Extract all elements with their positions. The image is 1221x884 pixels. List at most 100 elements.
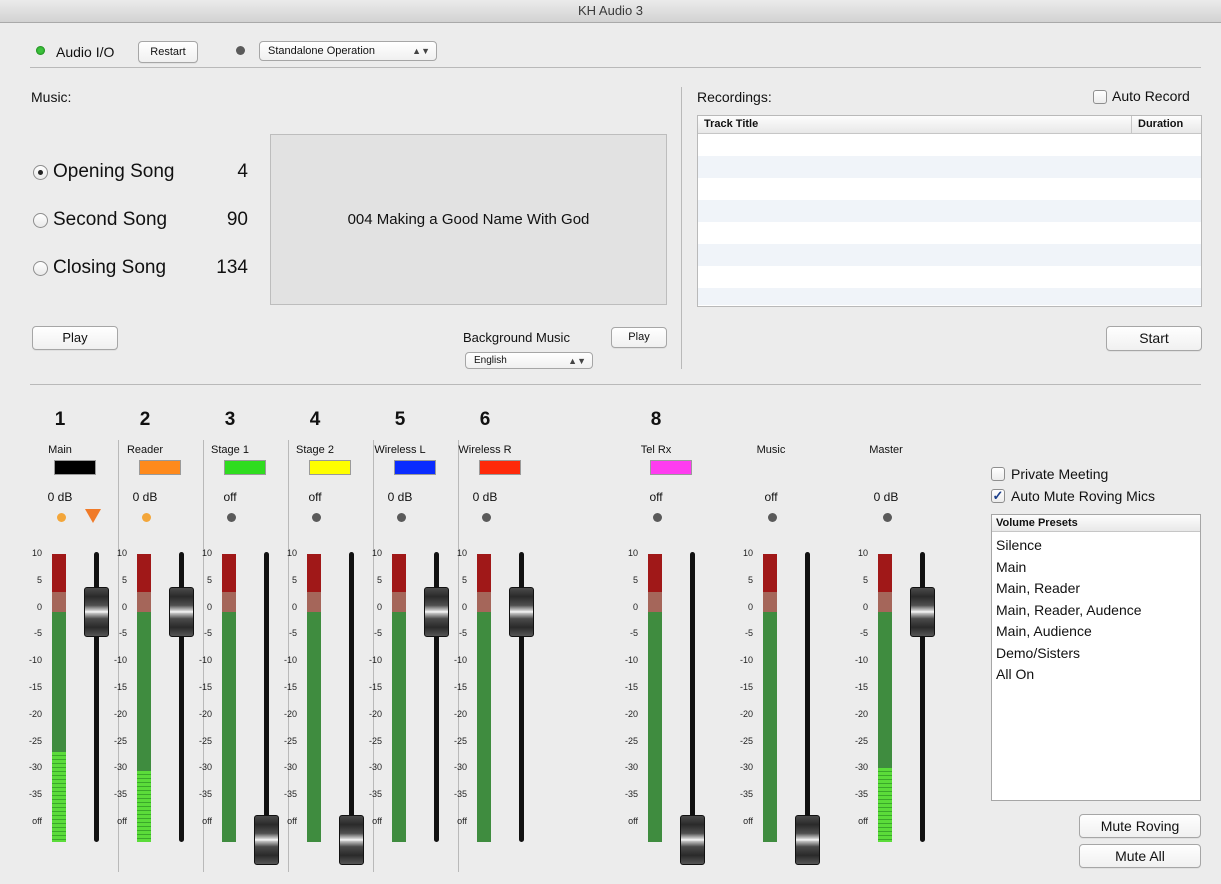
fader-track[interactable] (264, 552, 269, 842)
volume-presets-list[interactable]: Volume Presets Silence Main Main, Reader Ma… (991, 514, 1201, 801)
opening-song-radio[interactable] (33, 165, 48, 180)
meter-scale-label: 10 (742, 548, 753, 558)
meter-scale-label: 10 (371, 548, 382, 558)
auto-mute-label[interactable]: Auto Mute Roving Mics (1011, 488, 1155, 504)
meter-scale-label: -30 (854, 762, 868, 773)
table-row (698, 156, 1201, 178)
channel-signal-led (227, 513, 236, 522)
meter-scale-label: 5 (461, 574, 467, 585)
meter-zone (307, 612, 321, 842)
opening-song-label[interactable]: Opening Song (53, 161, 175, 183)
meter-scale-label: -30 (283, 762, 297, 773)
channel-color-swatch[interactable] (139, 460, 181, 475)
auto-mute-checkbox[interactable]: ✓ (991, 489, 1005, 503)
meter-level-fill (137, 770, 151, 842)
meter-scale-label: 0 (36, 601, 42, 612)
meter-scale-label: off (743, 816, 753, 826)
preset-item[interactable]: Main, Audience (996, 623, 1092, 639)
meter-scale-label: 0 (121, 601, 127, 612)
fader-track[interactable] (349, 552, 354, 842)
meter-zone (222, 592, 236, 612)
channel-color-swatch[interactable] (394, 460, 436, 475)
fader-knob[interactable] (509, 587, 534, 637)
start-recording-button[interactable]: Start (1106, 326, 1202, 351)
channel-color-swatch[interactable] (309, 460, 351, 475)
channel-color-swatch[interactable] (650, 460, 692, 475)
preset-item[interactable]: Demo/Sisters (996, 645, 1080, 661)
operation-mode-select[interactable]: Standalone Operation ▲▼ (259, 41, 437, 61)
meter-zone (52, 554, 66, 592)
fader-track[interactable] (690, 552, 695, 842)
channel-number: 3 (224, 409, 236, 430)
restart-button[interactable]: Restart (138, 41, 198, 63)
preset-item[interactable]: Main (996, 559, 1026, 575)
channel-number: 4 (309, 409, 321, 430)
channel-signal-led (57, 513, 66, 522)
audio-io-status-led (36, 46, 45, 55)
meter-zone (648, 554, 662, 592)
meter-scale-label: -15 (28, 682, 42, 692)
channel-level-meter (763, 554, 777, 842)
meter-level-fill (52, 751, 66, 842)
second-song-label[interactable]: Second Song (53, 209, 167, 231)
meter-scale-label: 10 (286, 548, 297, 558)
preset-item[interactable]: Main, Reader (996, 580, 1080, 596)
meter-scale-label: -10 (113, 655, 127, 666)
meter-zone (137, 554, 151, 592)
mute-roving-button[interactable]: Mute Roving (1079, 814, 1201, 838)
channel-signal-led (397, 513, 406, 522)
closing-song-label[interactable]: Closing Song (53, 257, 166, 279)
music-play-button[interactable]: Play (32, 326, 118, 350)
recordings-table[interactable]: Track Title Duration (697, 115, 1202, 307)
meter-scale-label: -20 (854, 708, 868, 719)
meter-scale-label: -5 (33, 628, 42, 639)
column-track-title[interactable]: Track Title (704, 118, 758, 130)
meter-zone (477, 592, 491, 612)
channel-color-swatch[interactable] (479, 460, 521, 475)
preset-item[interactable]: Silence (996, 537, 1042, 553)
channel-level-meter (477, 554, 491, 842)
meter-scale-label: off (117, 816, 127, 826)
meter-scale-label: -5 (118, 628, 127, 639)
fader-knob[interactable] (680, 815, 705, 865)
fader-knob[interactable] (910, 587, 935, 637)
channel-level-meter (52, 554, 66, 842)
column-duration[interactable]: Duration (1138, 118, 1183, 130)
meter-scale-label: 5 (291, 574, 297, 585)
meter-scale-label: -15 (198, 682, 212, 692)
second-song-radio[interactable] (33, 213, 48, 228)
fader-track[interactable] (805, 552, 810, 842)
channel-signal-led (883, 513, 892, 522)
closing-song-radio[interactable] (33, 261, 48, 276)
meter-scale-label: 10 (857, 548, 868, 558)
channel-color-swatch[interactable] (224, 460, 266, 475)
meter-scale-label: 5 (206, 574, 212, 585)
meter-scale-label: 0 (376, 601, 382, 612)
meter-zone (137, 592, 151, 612)
private-meeting-label[interactable]: Private Meeting (1011, 466, 1108, 482)
meter-scale-label: -35 (113, 789, 127, 800)
meter-scale-label: -30 (113, 762, 127, 773)
preset-item[interactable]: Main, Reader, Audence (996, 602, 1142, 618)
preset-item[interactable]: All On (996, 666, 1034, 682)
background-play-button[interactable]: Play (611, 327, 667, 348)
background-language-select[interactable]: English ▲▼ (465, 352, 593, 369)
auto-record-checkbox[interactable] (1093, 90, 1107, 104)
meter-scale-label: 5 (121, 574, 127, 585)
channel-signal-led (142, 513, 151, 522)
meter-scale-label: -25 (198, 735, 212, 746)
meter-scale-label: 5 (747, 574, 753, 585)
auto-record-label[interactable]: Auto Record (1112, 88, 1190, 104)
meter-scale-label: -30 (368, 762, 382, 773)
mute-all-button[interactable]: Mute All (1079, 844, 1201, 868)
background-music-label: Background Music (463, 330, 570, 345)
channel-number: 8 (650, 409, 662, 430)
fader-knob[interactable] (795, 815, 820, 865)
channel-number: 1 (54, 409, 66, 430)
song-title-text: 004 Making a Good Name With God (347, 211, 590, 228)
channel-name: Wireless L (374, 444, 426, 456)
operation-mode-value: Standalone Operation (268, 45, 376, 57)
meter-scale-label: -30 (198, 762, 212, 773)
channel-color-swatch[interactable] (54, 460, 96, 475)
private-meeting-checkbox[interactable] (991, 467, 1005, 481)
